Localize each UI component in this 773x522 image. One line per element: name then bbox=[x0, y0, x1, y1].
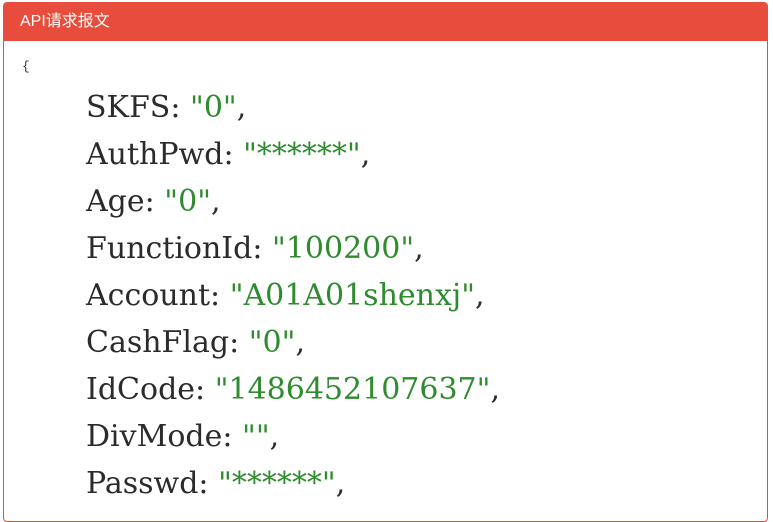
json-key: SKFS bbox=[86, 90, 171, 125]
json-value: "0" bbox=[164, 184, 211, 219]
json-open-brace: { bbox=[22, 59, 30, 74]
json-value: "" bbox=[242, 419, 270, 454]
json-value: "******" bbox=[243, 137, 361, 172]
api-request-panel: API请求报文 { SKFS: "0", AuthPwd: "******", … bbox=[3, 2, 768, 522]
json-line: IdCode: "1486452107637", bbox=[86, 372, 500, 407]
json-line: SKFS: "0", bbox=[86, 90, 247, 125]
json-key: DivMode bbox=[86, 419, 223, 454]
json-value: "1486452107637" bbox=[214, 372, 491, 407]
json-key: Passwd bbox=[86, 466, 199, 501]
panel-title: API请求报文 bbox=[4, 3, 767, 41]
json-key: FunctionId bbox=[86, 231, 253, 266]
json-value: "0" bbox=[248, 325, 296, 360]
json-value: "0" bbox=[190, 90, 237, 125]
json-line: Account: "A01A01shenxj", bbox=[86, 278, 485, 313]
json-key: IdCode bbox=[86, 372, 196, 407]
json-line: DivMode: "", bbox=[86, 419, 280, 454]
json-value: "A01A01shenxj" bbox=[229, 278, 476, 313]
json-line: Passwd: "******", bbox=[86, 466, 346, 501]
json-line: Age: "0", bbox=[86, 184, 221, 219]
json-key: Account bbox=[86, 278, 211, 313]
json-line: AuthPwd: "******", bbox=[86, 137, 371, 172]
json-value: "100200" bbox=[272, 231, 415, 266]
json-line: FunctionId: "100200", bbox=[86, 231, 424, 266]
json-key: Age bbox=[86, 184, 145, 219]
json-value: "******" bbox=[218, 466, 336, 501]
json-key: CashFlag bbox=[86, 325, 230, 360]
json-lines: SKFS: "0", AuthPwd: "******", Age: "0", … bbox=[86, 84, 500, 507]
json-key: AuthPwd bbox=[86, 137, 224, 172]
json-line: CashFlag: "0", bbox=[86, 325, 305, 360]
